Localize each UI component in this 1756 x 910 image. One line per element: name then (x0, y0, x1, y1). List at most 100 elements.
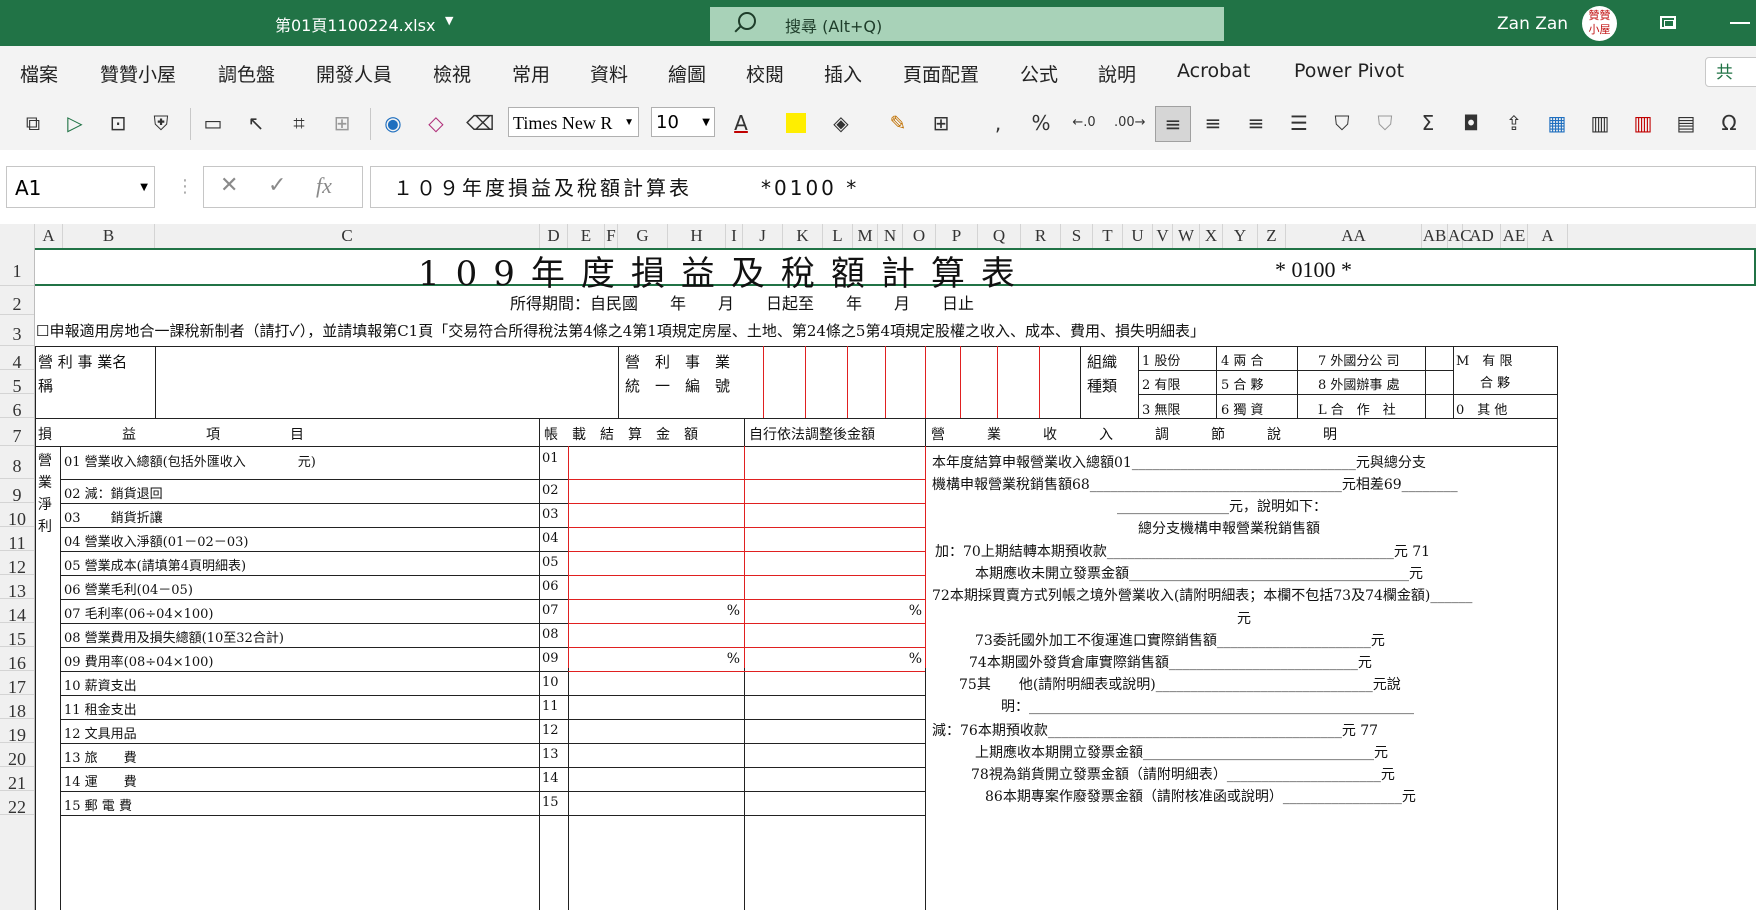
picture-icon[interactable]: ▭ (200, 110, 226, 136)
worksheet[interactable]: 109年度損益及稅額計算表 * 0100 * 所得期間：自民國 年 月 日起至 … (35, 248, 1756, 910)
comma-style-icon[interactable]: , (985, 110, 1011, 136)
adjusted-amount-cell[interactable]: % (744, 651, 922, 667)
font-name-select[interactable]: Times New R ▼ (508, 107, 639, 137)
clear-filter-icon[interactable]: ⛉ (1372, 110, 1398, 136)
form-icon[interactable]: ▤ (1673, 110, 1699, 136)
row-header[interactable]: 3 (0, 315, 34, 346)
crop-icon[interactable]: ⌗ (286, 110, 312, 136)
group-icon[interactable]: ⊞ (329, 110, 355, 136)
column-header[interactable]: AD (1463, 224, 1501, 248)
record-macro-icon[interactable]: ⊡ (105, 110, 131, 136)
column-header[interactable]: AC (1448, 224, 1472, 248)
row-header[interactable]: 13 (0, 575, 34, 601)
column-header[interactable]: E (568, 224, 605, 248)
row-header[interactable]: 8 (0, 446, 34, 479)
select-all-corner[interactable] (0, 224, 35, 248)
row-header[interactable]: 18 (0, 695, 34, 721)
insert-column-icon[interactable]: ▥ (1587, 110, 1613, 136)
tab-draw[interactable]: 繪圖 (668, 60, 706, 87)
macro-security-icon[interactable]: ⛨ (148, 110, 174, 136)
camera-icon[interactable]: ◘ (1458, 110, 1484, 136)
insert-function-icon[interactable]: fx (316, 173, 332, 199)
column-header[interactable]: X (1200, 224, 1223, 248)
cancel-icon[interactable]: ✕ (220, 173, 238, 198)
align-right-icon[interactable]: ≡ (1243, 110, 1269, 136)
font-size-select[interactable]: 10 ▼ (651, 107, 715, 137)
user-name[interactable]: Zan Zan (1497, 14, 1568, 34)
tab-file[interactable]: 檔案 (20, 60, 58, 87)
enter-icon[interactable]: ✓ (268, 173, 286, 198)
justify-icon[interactable]: ☰ (1286, 110, 1312, 136)
row-header[interactable]: 17 (0, 671, 34, 697)
column-header[interactable]: J (743, 224, 783, 248)
column-header[interactable]: T (1093, 224, 1123, 248)
row-header[interactable]: 5 (0, 370, 34, 396)
eraser-icon[interactable]: ◇ (423, 110, 449, 136)
increase-decimal-icon[interactable]: ←.0 (1071, 110, 1097, 136)
row-header[interactable]: 16 (0, 647, 34, 673)
copy-sheet-icon[interactable]: ⧉ (20, 110, 46, 136)
decrease-decimal-icon[interactable]: .00→ (1114, 110, 1146, 136)
import-icon[interactable]: ⇪ (1501, 110, 1527, 136)
tab-help[interactable]: 說明 (1098, 60, 1136, 87)
symbol-icon[interactable]: Ω (1716, 110, 1742, 136)
row-header[interactable]: 22 (0, 791, 34, 817)
column-header[interactable]: AB (1422, 224, 1448, 248)
formula-input[interactable]: １０９年度損益及稅額計算表 *0100 * (370, 166, 1756, 208)
column-header[interactable]: K (783, 224, 823, 248)
column-header[interactable]: I (726, 224, 743, 248)
align-center-icon[interactable]: ≡ (1200, 110, 1226, 136)
column-header[interactable]: B (63, 224, 155, 248)
tab-review[interactable]: 校閱 (746, 60, 784, 87)
column-header[interactable]: C (155, 224, 540, 248)
column-header[interactable]: Y (1223, 224, 1258, 248)
tab-acrobat[interactable]: Acrobat (1177, 60, 1250, 82)
tab-formulas[interactable]: 公式 (1020, 60, 1058, 87)
row-header[interactable]: 2 (0, 286, 34, 315)
row-header[interactable]: 4 (0, 346, 34, 372)
run-icon[interactable]: ▷ (62, 110, 88, 136)
autosum-icon[interactable]: Σ (1415, 110, 1441, 136)
column-header[interactable]: R (1021, 224, 1061, 248)
column-header[interactable]: M (853, 224, 878, 248)
column-header[interactable]: U (1123, 224, 1153, 248)
column-header[interactable]: Q (978, 224, 1021, 248)
column-header[interactable]: D (540, 224, 568, 248)
row-header[interactable]: 12 (0, 551, 34, 577)
file-menu-chevron-icon[interactable]: ▼ (445, 14, 453, 27)
column-header[interactable]: Z (1258, 224, 1286, 248)
column-header[interactable]: A (1528, 224, 1568, 248)
column-header[interactable]: F (605, 224, 618, 248)
row-header[interactable]: 1 (0, 248, 34, 286)
freeze-panes-icon[interactable]: ▦ (1544, 110, 1570, 136)
shape-icon[interactable]: ◉ (380, 110, 406, 136)
tab-developer[interactable]: 開發人員 (316, 60, 392, 87)
row-header[interactable]: 21 (0, 767, 34, 793)
share-button[interactable]: 共 (1705, 57, 1756, 87)
clear-format-icon[interactable]: ⌫ (466, 110, 494, 136)
tab-zanzan[interactable]: 贊贊小屋 (100, 60, 176, 87)
column-header[interactable]: S (1061, 224, 1093, 248)
column-header[interactable]: AE (1501, 224, 1528, 248)
font-color-icon[interactable]: A (728, 110, 754, 136)
avatar[interactable]: 贊贊小屋 (1582, 6, 1617, 41)
column-header[interactable]: AA (1286, 224, 1422, 248)
column-header[interactable]: V (1153, 224, 1173, 248)
align-left-icon[interactable]: ≡ (1155, 106, 1191, 142)
row-header[interactable]: 9 (0, 479, 34, 505)
row-header[interactable]: 19 (0, 719, 34, 745)
tab-page-layout[interactable]: 頁面配置 (903, 60, 979, 87)
format-painter-icon[interactable]: ✎ (885, 110, 911, 136)
book-amount-cell[interactable]: % (568, 651, 740, 667)
row-header[interactable]: 15 (0, 623, 34, 649)
yellow-fill-icon[interactable] (786, 113, 806, 133)
adjusted-amount-cell[interactable]: % (744, 603, 922, 619)
file-name[interactable]: 第01頁1100224.xlsx (275, 12, 435, 36)
row-header[interactable]: 11 (0, 527, 34, 553)
column-header[interactable]: N (878, 224, 903, 248)
tab-power-pivot[interactable]: Power Pivot (1294, 60, 1404, 82)
column-header[interactable]: P (936, 224, 978, 248)
row-header[interactable]: 7 (0, 418, 34, 446)
tab-data[interactable]: 資料 (590, 60, 628, 87)
borders-icon[interactable]: ⊞ (928, 110, 954, 136)
